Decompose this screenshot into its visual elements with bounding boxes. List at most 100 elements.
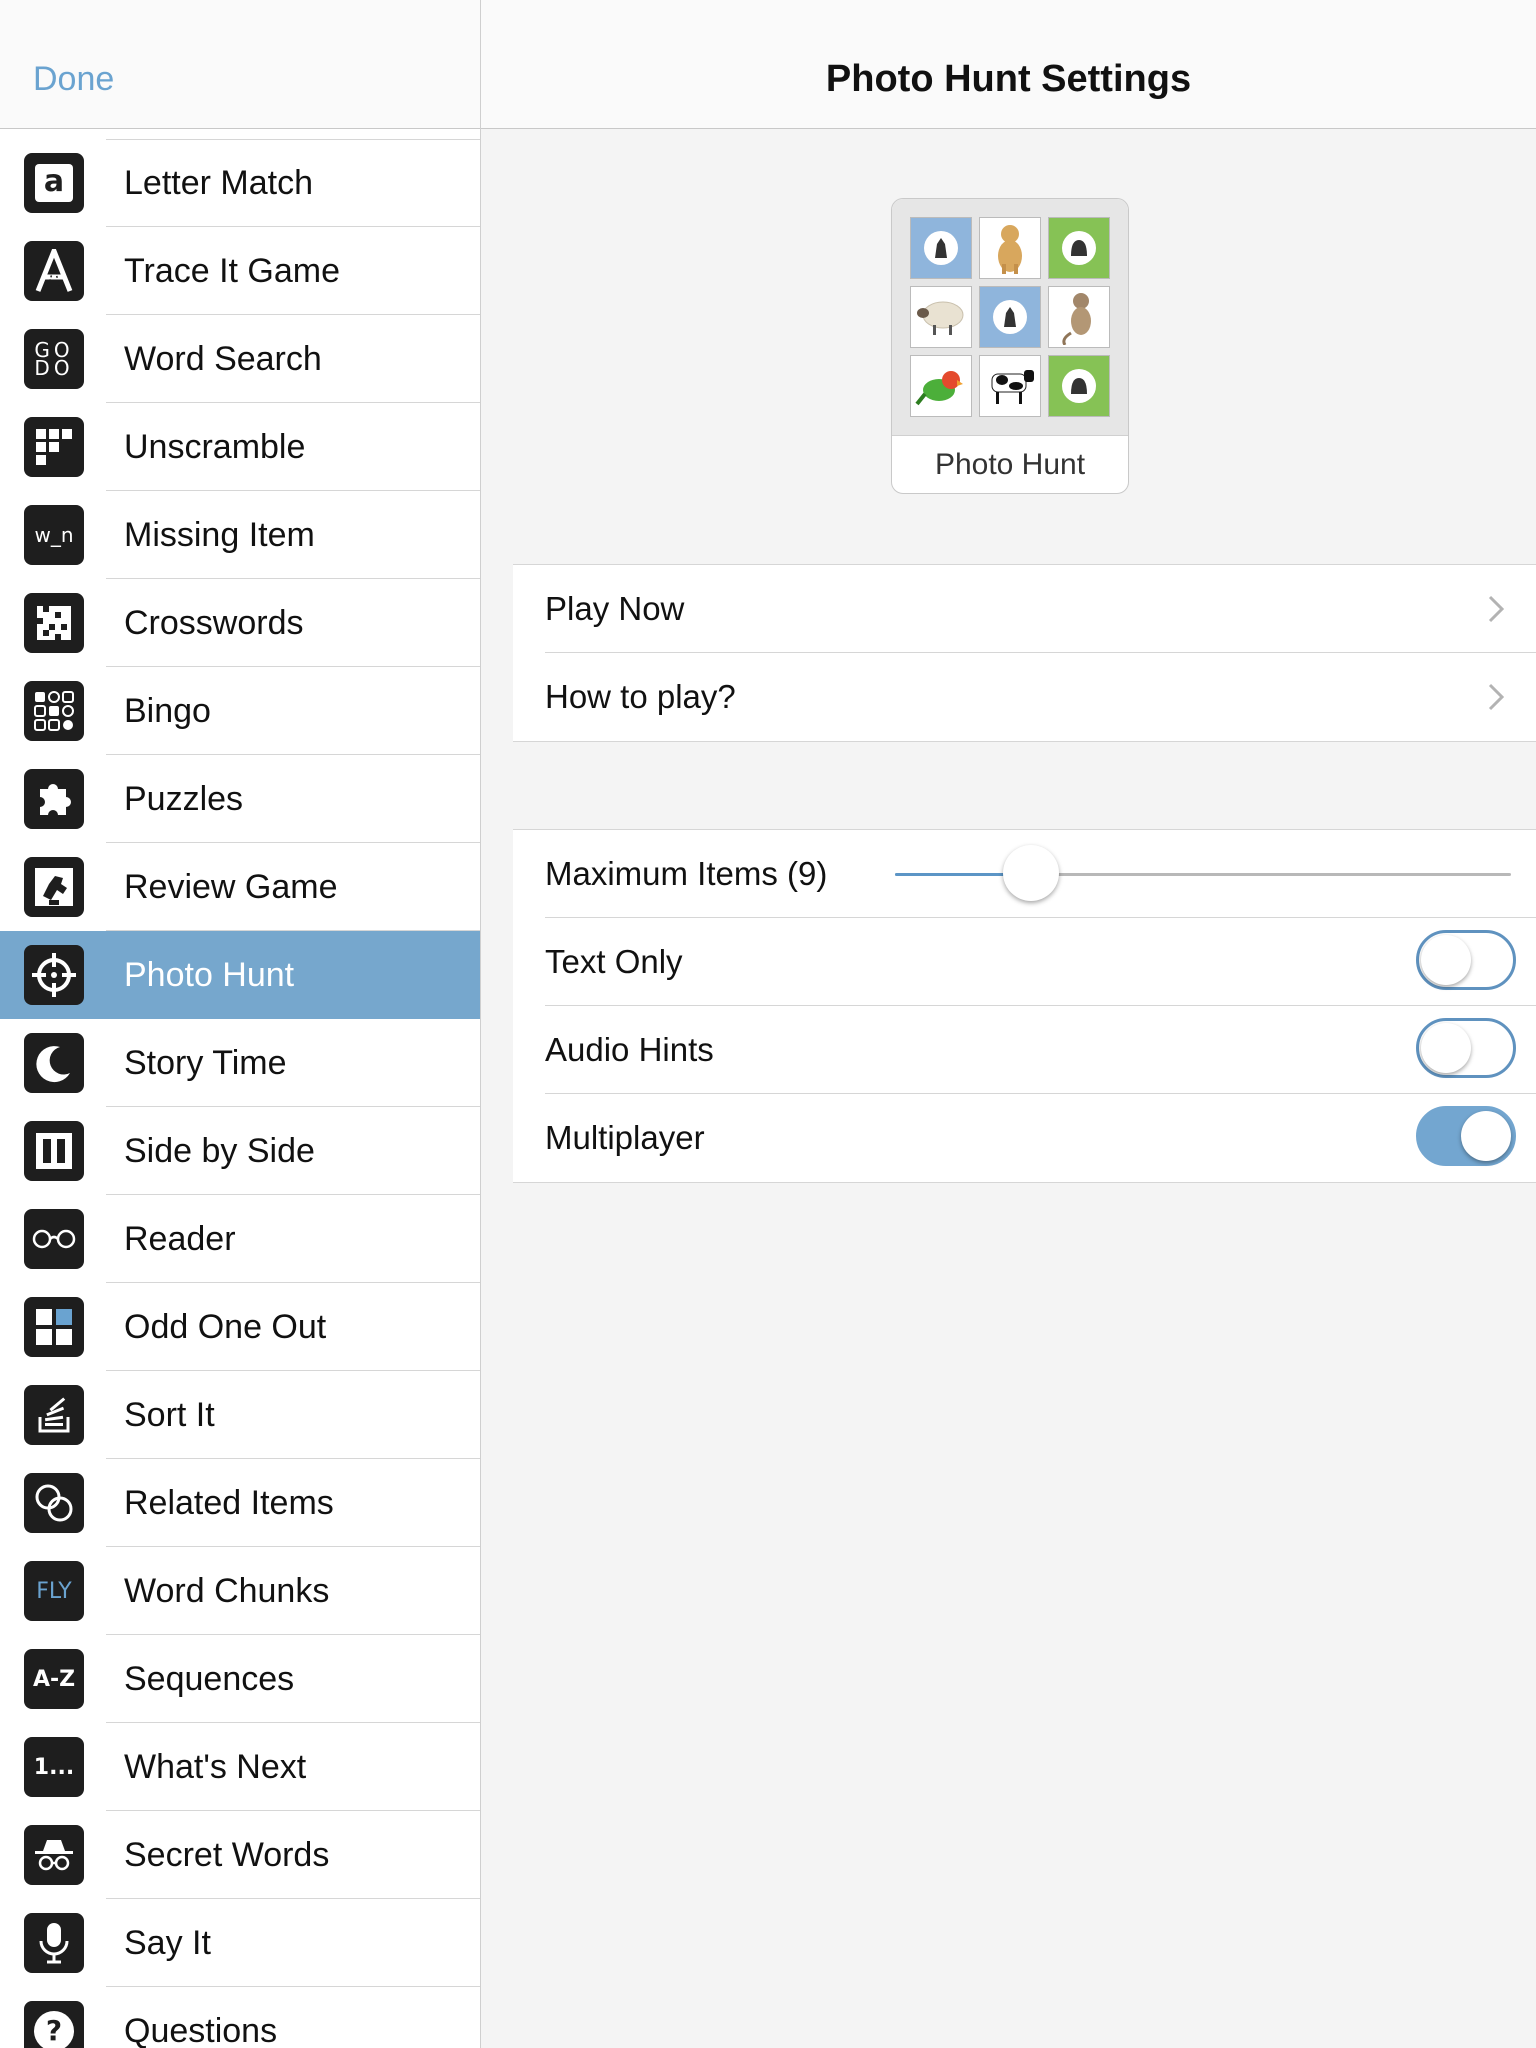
sidebar-item-reader[interactable]: Reader <box>0 1195 480 1283</box>
columns-icon <box>24 1121 84 1181</box>
sidebar-item-unscramble[interactable]: Unscramble <box>0 403 480 491</box>
sidebar-item-label: Word Search <box>124 340 322 378</box>
sidebar-item-say-it[interactable]: Say It <box>0 1899 480 1987</box>
monkey-icon <box>1048 286 1110 348</box>
sidebar-item-review-game[interactable]: Review Game <box>0 843 480 931</box>
sidebar-item-label: Crosswords <box>124 604 304 642</box>
sidebar-item-story-time[interactable]: Story Time <box>0 1019 480 1107</box>
sidebar-item-bingo[interactable]: Bingo <box>0 667 480 755</box>
review-icon <box>24 857 84 917</box>
sidebar-item-label: Trace It Game <box>124 252 341 290</box>
how-to-play-label: How to play? <box>545 678 736 715</box>
sidebar-item-label: Review Game <box>124 868 338 906</box>
multiplayer-toggle[interactable] <box>1416 1106 1516 1166</box>
maximum-items-row: Maximum Items (9) <box>513 830 1536 918</box>
tile-hidden-icon <box>1048 217 1110 279</box>
game-preview-image <box>892 199 1128 435</box>
sidebar-item-label: Questions <box>124 2012 278 2048</box>
unscramble-icon <box>24 417 84 477</box>
sidebar-item-missing-item[interactable]: w_n Missing Item <box>0 491 480 579</box>
sidebar-item-label: Sequences <box>124 1660 295 1698</box>
sidebar-header: Done <box>0 0 480 129</box>
sidebar-item-word-chunks[interactable]: FLY Word Chunks <box>0 1547 480 1635</box>
settings-group: Maximum Items (9) Text Only Audio Hints … <box>513 829 1536 1183</box>
sidebar-item-label: Bingo <box>124 692 211 730</box>
maximum-items-slider[interactable] <box>895 845 1511 901</box>
trace-a-icon <box>24 241 84 301</box>
moon-icon <box>24 1033 84 1093</box>
sidebar-item-label: Reader <box>124 1220 236 1258</box>
sidebar-item-odd-one-out[interactable]: Odd One Out <box>0 1283 480 1371</box>
chevron-right-icon <box>1488 595 1504 623</box>
sidebar-item-side-by-side[interactable]: Side by Side <box>0 1107 480 1195</box>
tile-hidden-icon <box>910 217 972 279</box>
sidebar-item-label: Side by Side <box>124 1132 315 1170</box>
puzzle-icon <box>24 769 84 829</box>
sidebar-item-label: Related Items <box>124 1484 334 1522</box>
audio-hints-row: Audio Hints <box>513 1006 1536 1094</box>
sidebar-item-questions[interactable]: ? Questions <box>0 1987 480 2048</box>
glasses-icon <box>24 1209 84 1269</box>
tile-hidden-icon <box>1048 355 1110 417</box>
done-button[interactable]: Done <box>33 60 114 99</box>
a-z-icon: A-Z <box>24 1649 84 1709</box>
game-preview-card: Photo Hunt <box>891 198 1129 494</box>
multiplayer-row: Multiplayer <box>513 1094 1536 1182</box>
sidebar-item-sequences[interactable]: A-Z Sequences <box>0 1635 480 1723</box>
question-icon: ? <box>24 2001 84 2048</box>
letter-a-icon: a <box>24 153 84 213</box>
parrot-icon <box>910 355 972 417</box>
microphone-icon <box>24 1913 84 1973</box>
bingo-icon <box>24 681 84 741</box>
sidebar-item-label: Secret Words <box>124 1836 330 1874</box>
sidebar-item-crosswords[interactable]: Crosswords <box>0 579 480 667</box>
sidebar-item-label: What's Next <box>124 1748 307 1786</box>
sidebar-item-sort-it[interactable]: Sort It <box>0 1371 480 1459</box>
cow-icon <box>979 355 1041 417</box>
sidebar-item-label: Missing Item <box>124 516 315 554</box>
fly-icon: FLY <box>24 1561 84 1621</box>
sidebar-item-puzzles[interactable]: Puzzles <box>0 755 480 843</box>
sidebar-item-label: Story Time <box>124 1044 287 1082</box>
sidebar-item-label: Odd One Out <box>124 1308 327 1346</box>
crosshair-icon <box>24 945 84 1005</box>
main-header: Photo Hunt Settings <box>481 0 1536 129</box>
page-title: Photo Hunt Settings <box>825 58 1192 100</box>
chevron-right-icon <box>1488 683 1504 711</box>
sidebar-item-trace-it-game[interactable]: Trace It Game <box>0 227 480 315</box>
text-only-toggle[interactable] <box>1416 930 1516 990</box>
ellipsis-icon: 1... <box>24 1737 84 1797</box>
audio-hints-label: Audio Hints <box>545 1031 714 1068</box>
spy-icon <box>24 1825 84 1885</box>
multiplayer-label: Multiplayer <box>545 1119 705 1156</box>
grid-icon <box>24 1297 84 1357</box>
sidebar-item-label: Sort It <box>124 1396 215 1434</box>
text-only-row: Text Only <box>513 918 1536 1006</box>
sidebar-item-label: Word Chunks <box>124 1572 330 1610</box>
circles-icon <box>24 1473 84 1533</box>
crossword-icon <box>24 593 84 653</box>
audio-hints-toggle[interactable] <box>1416 1018 1516 1078</box>
sheep-icon <box>910 286 972 348</box>
sidebar-item-label: Unscramble <box>124 428 306 466</box>
sidebar-item-secret-words[interactable]: Secret Words <box>0 1811 480 1899</box>
tile-hidden-icon <box>979 286 1041 348</box>
play-now-row[interactable]: Play Now <box>513 565 1536 653</box>
sidebar-item-whats-next[interactable]: 1... What's Next <box>0 1723 480 1811</box>
text-only-label: Text Only <box>545 943 683 980</box>
missing-letter-icon: w_n <box>24 505 84 565</box>
sidebar-item-label: Puzzles <box>124 780 244 818</box>
preview-caption: Photo Hunt <box>892 435 1128 493</box>
sidebar-item-photo-hunt[interactable]: Photo Hunt <box>0 931 480 1019</box>
how-to-play-row[interactable]: How to play? <box>513 653 1536 741</box>
settings-panel: Photo Hunt Settings Photo Hunt Play Now … <box>481 0 1536 2048</box>
dog-icon <box>979 217 1041 279</box>
sidebar-item-word-search[interactable]: GO DO Word Search <box>0 315 480 403</box>
slider-thumb[interactable] <box>1002 845 1059 901</box>
game-list: a Letter Match Trace It Game GO DO Word … <box>0 139 480 2048</box>
sidebar-item-related-items[interactable]: Related Items <box>0 1459 480 1547</box>
sidebar-item-label: Say It <box>124 1924 211 1962</box>
sidebar-item-label: Letter Match <box>124 164 313 202</box>
play-now-label: Play Now <box>545 590 685 627</box>
sidebar-item-letter-match[interactable]: a Letter Match <box>0 139 480 227</box>
